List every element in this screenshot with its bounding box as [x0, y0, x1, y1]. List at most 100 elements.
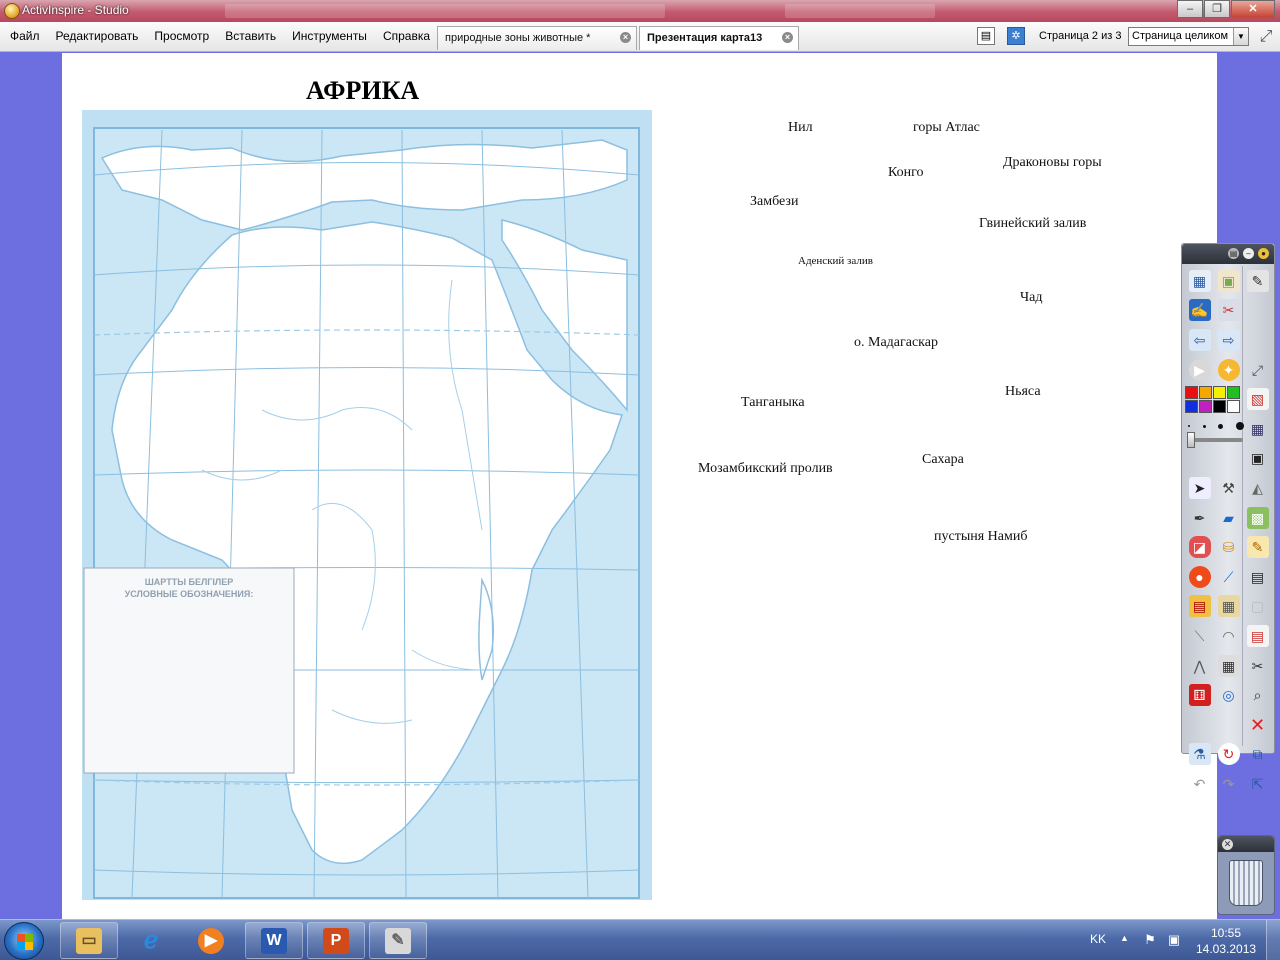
close-icon[interactable]: ✕ [1222, 839, 1233, 850]
document-icon[interactable]: ▤ [1246, 624, 1269, 647]
menu-insert[interactable]: Вставить [217, 22, 284, 50]
color-swatch-black[interactable] [1213, 400, 1226, 413]
start-button[interactable] [4, 922, 44, 960]
calculator-icon[interactable]: ▦ [1217, 654, 1240, 677]
fill-icon[interactable]: ⛁ [1218, 536, 1240, 558]
redo-icon[interactable]: ↷ [1218, 773, 1240, 795]
language-indicator[interactable]: KK [1090, 932, 1106, 946]
label-atlas[interactable]: горы Атлас [913, 120, 980, 136]
taskbar-activinspire[interactable]: ✎ [369, 922, 427, 959]
toolbox-header[interactable]: ▤ ‒ ● [1182, 244, 1274, 264]
chevron-down-icon[interactable]: ▼ [1233, 28, 1248, 45]
switch-profile-icon[interactable]: ⇱ [1247, 773, 1269, 795]
pen-desktop-icon[interactable]: ✎ [1246, 269, 1269, 292]
image-icon[interactable]: ▩ [1246, 506, 1269, 529]
blank-tool-icon[interactable]: ▢ [1247, 595, 1269, 617]
label-zambezi[interactable]: Замбези [750, 194, 798, 210]
slider-handle[interactable] [1187, 432, 1195, 448]
color-swatch-orange[interactable] [1199, 386, 1212, 399]
color-swatch-red[interactable] [1185, 386, 1198, 399]
ruler-icon[interactable]: ⟍ [1189, 625, 1211, 647]
toolbox-pin-icon[interactable]: ● [1258, 248, 1269, 259]
label-kongo[interactable]: Конго [888, 165, 924, 181]
tray-expand-icon[interactable]: ▲ [1120, 933, 1129, 943]
save-icon[interactable]: ▣ [1247, 447, 1269, 469]
previous-page-icon[interactable]: ⇦ [1188, 328, 1211, 351]
tools-icon[interactable]: ⚒ [1218, 477, 1240, 499]
compass-icon[interactable]: ⋀ [1189, 655, 1211, 677]
pen-width-2[interactable] [1202, 424, 1206, 428]
menu-file[interactable]: Файл [0, 22, 48, 50]
pen-width-1[interactable] [1188, 425, 1190, 427]
zoom-select[interactable]: Страница целиком ▼ [1128, 27, 1249, 46]
desktop-annotate-icon[interactable]: ✦ [1217, 358, 1240, 381]
label-namib[interactable]: пустыня Намиб [934, 529, 1027, 545]
color-swatch-blue[interactable] [1185, 400, 1198, 413]
taskbar-explorer[interactable]: ▭ [60, 922, 118, 959]
page-extras-icon[interactable]: ▧ [1246, 388, 1269, 411]
trash-can-panel[interactable]: ✕ [1217, 835, 1275, 915]
browsers-icon[interactable]: ▣ [1217, 269, 1240, 292]
color-swatch-green[interactable] [1227, 386, 1240, 399]
color-swatch-magenta[interactable] [1199, 400, 1212, 413]
menu-edit[interactable]: Редактировать [48, 22, 147, 50]
clear-icon[interactable]: ⚗ [1188, 743, 1211, 766]
clipboard-icon[interactable]: ▤ [1247, 566, 1269, 588]
text-edit-icon[interactable]: ✎ [1246, 536, 1269, 559]
spotlight-icon[interactable]: ◎ [1218, 684, 1240, 706]
maximize-button[interactable]: ❐ [1204, 0, 1230, 18]
pen-width-3[interactable] [1218, 423, 1224, 429]
taskbar-ie[interactable]: ℯ [122, 922, 180, 959]
connector-icon[interactable]: ⟋ [1218, 566, 1240, 588]
taskbar-media-player[interactable]: ▶ [182, 922, 240, 959]
pen-width-slider[interactable] [1187, 432, 1243, 448]
magnifier-icon[interactable]: ⌕ [1247, 684, 1269, 706]
menu-tools[interactable]: Инструменты [284, 22, 375, 50]
main-menu-icon[interactable]: ▦ [1188, 269, 1211, 292]
protractor-icon[interactable]: ◠ [1218, 625, 1240, 647]
shape-icon[interactable]: ● [1188, 565, 1211, 588]
label-drakon[interactable]: Драконовы горы [1003, 155, 1102, 171]
delete-icon[interactable]: ✕ [1247, 714, 1269, 736]
highlighter-icon[interactable]: ▰ [1218, 507, 1240, 529]
toolbox-menu-icon[interactable]: ▤ [1228, 248, 1239, 259]
label-mozambique[interactable]: Мозамбикский пролив [698, 461, 833, 477]
dice-icon[interactable]: ⚅ [1188, 684, 1211, 707]
africa-contour-map[interactable]: ШАРТТЫ БЕЛГІЛЕР УСЛОВНЫЕ ОБОЗНАЧЕНИЯ: [82, 110, 652, 900]
gallery-icon[interactable]: ▦ [1217, 595, 1240, 618]
camera-icon[interactable]: ◭ [1247, 477, 1269, 499]
show-desktop-button[interactable] [1266, 920, 1280, 960]
menu-view[interactable]: Просмотр [146, 22, 217, 50]
tab-close-icon[interactable]: × [782, 32, 793, 43]
system-clock[interactable]: 10:55 14.03.2013 [1196, 925, 1256, 957]
select-cursor-icon[interactable]: ➤ [1188, 476, 1211, 499]
fullscreen-icon[interactable]: ⤢ [1256, 27, 1276, 47]
expand-icon[interactable]: ⤢ [1247, 359, 1269, 381]
label-nyasa[interactable]: Ньяса [1005, 384, 1041, 400]
tab-document-1[interactable]: природные зоны животные * × [437, 26, 637, 50]
grid-icon[interactable]: ▦ [1247, 418, 1269, 440]
toolbox-collapse-icon[interactable]: ‒ [1243, 248, 1254, 259]
color-swatch-white[interactable] [1227, 400, 1240, 413]
pen-icon[interactable]: ✒ [1189, 507, 1211, 529]
label-sahara[interactable]: Сахара [922, 452, 964, 468]
undo-icon[interactable]: ↶ [1189, 773, 1211, 795]
eraser-icon[interactable]: ◪ [1188, 536, 1211, 559]
label-aden[interactable]: Аденский залив [798, 255, 873, 267]
label-madagascar[interactable]: о. Мадагаскар [854, 335, 938, 351]
action-center-icon[interactable]: ⚑ [1142, 932, 1158, 948]
page-title[interactable]: АФРИКА [306, 76, 419, 106]
close-button[interactable]: ✕ [1231, 0, 1275, 18]
taskbar-powerpoint[interactable]: P [307, 922, 365, 959]
taskbar-word[interactable]: W [245, 922, 303, 959]
snowflake-icon[interactable]: ✲ [1007, 27, 1025, 45]
label-chad[interactable]: Чад [1020, 290, 1042, 306]
refresh-icon[interactable]: ↻ [1217, 743, 1240, 766]
pen-width-4[interactable] [1235, 422, 1244, 430]
minimize-button[interactable]: ‒ [1177, 0, 1203, 18]
label-tanganyika[interactable]: Танганыка [741, 395, 805, 411]
handwriting-icon[interactable]: ✍ [1188, 299, 1211, 322]
reset-page-icon[interactable]: ✂ [1217, 299, 1240, 322]
label-guinea[interactable]: Гвинейский залив [979, 216, 1086, 232]
next-page-icon[interactable]: ⇨ [1217, 328, 1240, 351]
